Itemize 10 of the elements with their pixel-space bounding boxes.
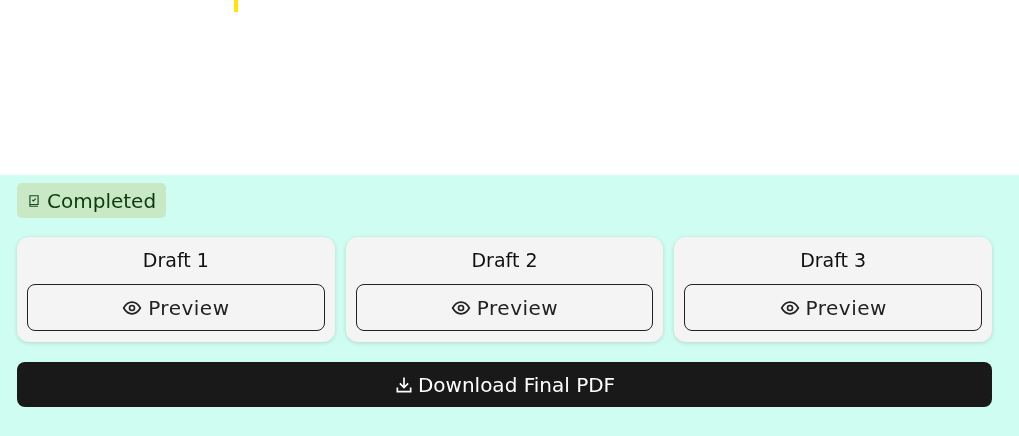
text-cursor [234,0,238,12]
preview-button[interactable]: Preview [355,284,654,331]
status-label: Completed [47,188,157,213]
draft-title: Draft 1 [141,249,210,271]
draft-title: Draft 2 [470,249,539,271]
preview-button[interactable]: Preview [27,284,325,331]
draft-title: Draft 3 [799,249,868,271]
notebook-check-icon [27,193,41,208]
preview-button[interactable]: Preview [684,284,982,331]
download-button[interactable]: Download Final PDF [17,362,992,407]
